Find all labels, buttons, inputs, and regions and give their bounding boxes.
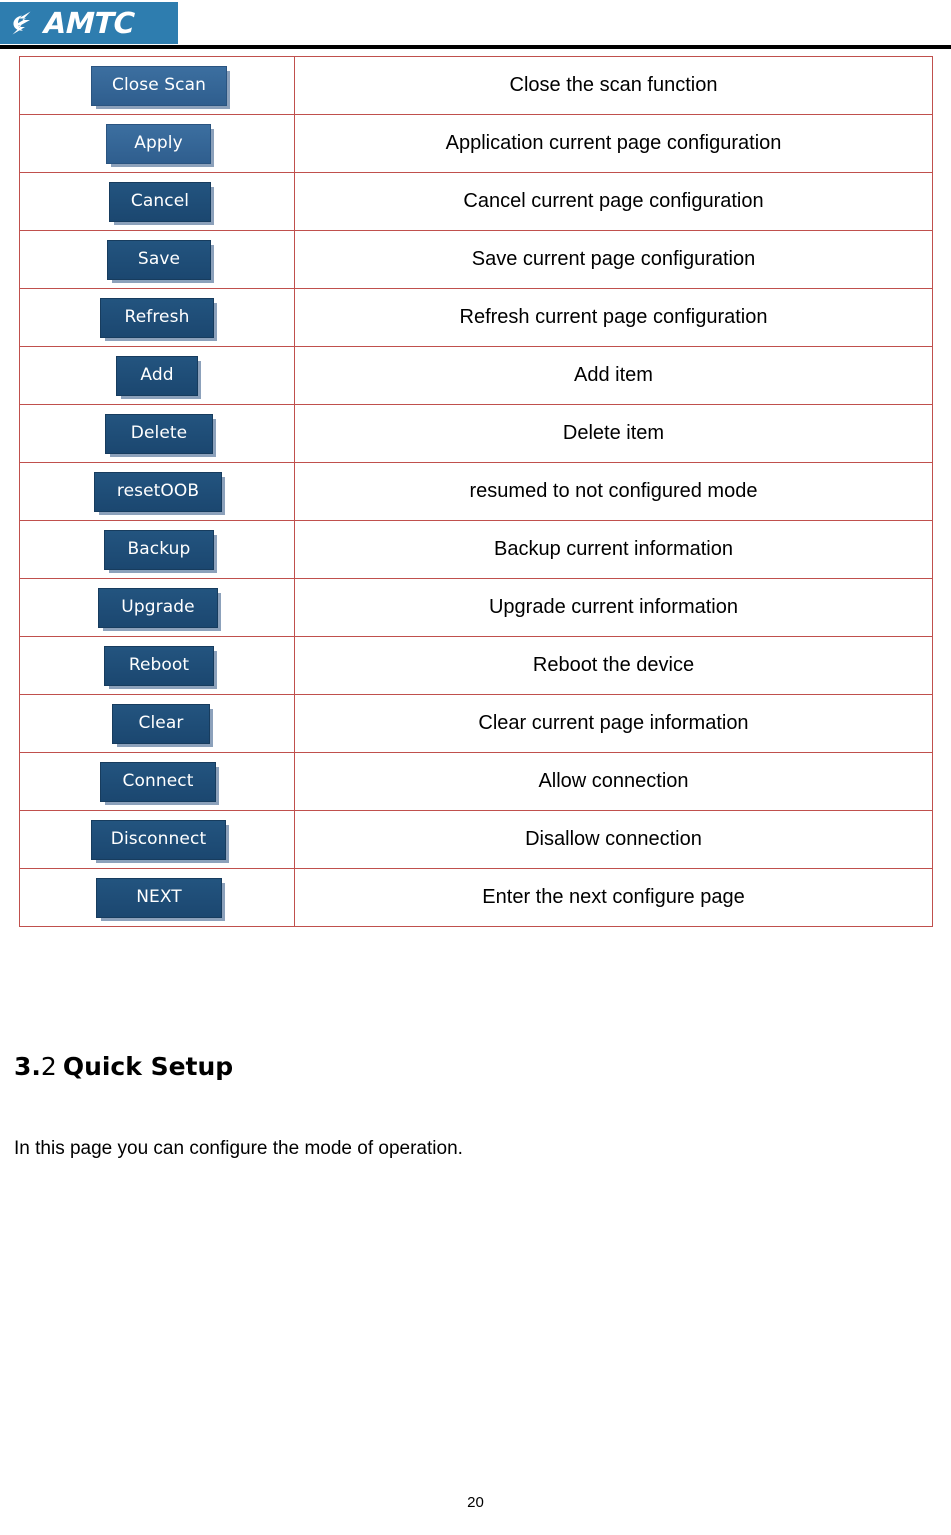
description-cell: Delete item	[294, 404, 933, 463]
table-row: Add Add item	[19, 346, 933, 405]
button-wrapper: Delete	[105, 413, 213, 454]
ui-button-disconnect[interactable]: Disconnect	[91, 819, 226, 860]
description-cell: Allow connection	[294, 752, 933, 811]
ui-button-refresh[interactable]: Refresh	[100, 297, 214, 338]
button-cell: Delete	[19, 404, 295, 463]
ui-button-reboot[interactable]: Reboot	[104, 645, 214, 686]
ui-button-backup[interactable]: Backup	[104, 529, 214, 570]
table-row: Clear Clear current page information	[19, 694, 933, 753]
description-cell: Close the scan function	[294, 56, 933, 115]
button-wrapper: Cancel	[109, 181, 211, 222]
button-wrapper: Close Scan	[91, 65, 227, 106]
button-cell: Add	[19, 346, 295, 405]
description-cell: Clear current page information	[294, 694, 933, 753]
description-cell: Refresh current page configuration	[294, 288, 933, 347]
description-cell: Reboot the device	[294, 636, 933, 695]
button-cell: Apply	[19, 114, 295, 173]
button-wrapper: resetOOB	[94, 471, 222, 512]
table-row: Save Save current page configuration	[19, 230, 933, 289]
amtc-logo: AMTC	[0, 2, 178, 44]
table-row: Upgrade Upgrade current information	[19, 578, 933, 637]
section-paragraph: In this page you can configure the mode …	[14, 1138, 463, 1159]
button-cell: Refresh	[19, 288, 295, 347]
description-cell: Backup current information	[294, 520, 933, 579]
ui-button-cancel[interactable]: Cancel	[109, 181, 211, 222]
button-wrapper: Refresh	[100, 297, 214, 338]
button-cell: NEXT	[19, 868, 295, 927]
ui-button-upgrade[interactable]: Upgrade	[98, 587, 218, 628]
button-cell: Save	[19, 230, 295, 289]
page-header: AMTC	[0, 0, 951, 50]
section-number-minor: 2	[40, 1052, 57, 1081]
ui-button-close-scan[interactable]: Close Scan	[91, 65, 227, 106]
table-row: Backup Backup current information	[19, 520, 933, 579]
button-wrapper: Backup	[104, 529, 214, 570]
amtc-logo-mark-icon	[12, 11, 31, 35]
table-row: Refresh Refresh current page configuratio…	[19, 288, 933, 347]
button-cell: Disconnect	[19, 810, 295, 869]
table-body: Close Scan Close the scan function Apply Ap…	[19, 56, 933, 927]
description-cell: Application current page configuration	[294, 114, 933, 173]
ui-button-connect[interactable]: Connect	[100, 761, 216, 802]
description-cell: Enter the next configure page	[294, 868, 933, 927]
button-wrapper: Apply	[106, 123, 211, 164]
header-rule	[0, 45, 951, 49]
table-row: Disconnect Disallow connection	[19, 810, 933, 869]
table-row: resetOOB resumed to not configured mode	[19, 462, 933, 521]
button-wrapper: Reboot	[104, 645, 214, 686]
ui-button-apply[interactable]: Apply	[106, 123, 211, 164]
button-cell: Cancel	[19, 172, 295, 231]
button-wrapper: Add	[116, 355, 198, 396]
section-title: Quick Setup	[62, 1052, 234, 1081]
section-heading: 3.2 Quick Setup	[14, 1052, 233, 1081]
button-cell: Close Scan	[19, 56, 295, 115]
button-cell: Clear	[19, 694, 295, 753]
ui-button-save[interactable]: Save	[107, 239, 211, 280]
amtc-logo-text: AMTC	[43, 5, 135, 40]
table-row: Apply Application current page configurat…	[19, 114, 933, 173]
table-row: NEXT Enter the next configure page	[19, 868, 933, 927]
table-row: Connect Allow connection	[19, 752, 933, 811]
description-cell: Add item	[294, 346, 933, 405]
button-cell: resetOOB	[19, 462, 295, 521]
description-cell: Save current page configuration	[294, 230, 933, 289]
button-wrapper: Upgrade	[98, 587, 218, 628]
section-number-major: 3.	[14, 1052, 41, 1081]
button-cell: Upgrade	[19, 578, 295, 637]
description-cell: Cancel current page configuration	[294, 172, 933, 231]
button-cell: Connect	[19, 752, 295, 811]
table-row: Delete Delete item	[19, 404, 933, 463]
button-cell: Backup	[19, 520, 295, 579]
page-number: 20	[467, 1494, 484, 1511]
button-wrapper: Clear	[112, 703, 210, 744]
table-row: Reboot Reboot the device	[19, 636, 933, 695]
description-cell: resumed to not configured mode	[294, 462, 933, 521]
button-wrapper: Disconnect	[91, 819, 226, 860]
ui-button-delete[interactable]: Delete	[105, 413, 213, 454]
ui-button-next[interactable]: NEXT	[96, 877, 222, 918]
button-reference-table: Close Scan Close the scan function Apply Ap…	[19, 56, 933, 927]
button-wrapper: Save	[107, 239, 211, 280]
description-cell: Disallow connection	[294, 810, 933, 869]
button-wrapper: Connect	[100, 761, 216, 802]
ui-button-add[interactable]: Add	[116, 355, 198, 396]
ui-button-clear[interactable]: Clear	[112, 703, 210, 744]
description-cell: Upgrade current information	[294, 578, 933, 637]
table-row: Close Scan Close the scan function	[19, 56, 933, 115]
button-cell: Reboot	[19, 636, 295, 695]
button-wrapper: NEXT	[96, 877, 222, 918]
ui-button-resetoob[interactable]: resetOOB	[94, 471, 222, 512]
table-row: Cancel Cancel current page configuration	[19, 172, 933, 231]
